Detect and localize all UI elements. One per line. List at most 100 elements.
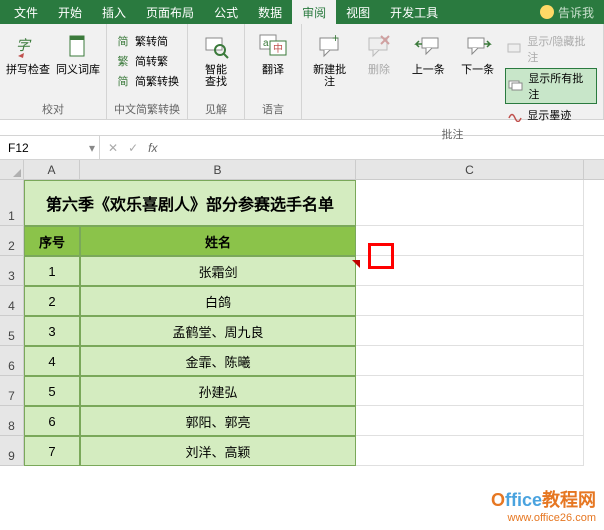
group-chinese: 简繁转简 繁简转繁 简简繁转换 中文简繁转换 — [107, 24, 188, 119]
table-row[interactable]: 6 — [24, 406, 80, 436]
convert-button[interactable]: 简简繁转换 — [113, 72, 181, 90]
spell-icon: 字 — [12, 30, 44, 62]
group-language: a中 翻译 语言 — [245, 24, 302, 119]
cell-c3[interactable] — [356, 256, 584, 286]
table-row[interactable]: 3 — [24, 316, 80, 346]
tell-me[interactable]: 告诉我 — [540, 4, 600, 21]
row-header-1[interactable]: 1 — [0, 180, 24, 226]
fx-icon[interactable]: fx — [148, 141, 157, 155]
ribbon: 字 拼写检查 同义词库 校对 简繁转简 繁简转繁 简简繁转换 中文简繁转换 智能… — [0, 24, 604, 120]
table-row[interactable]: 张霜剑 — [80, 256, 356, 286]
svg-text:字: 字 — [16, 37, 32, 53]
row-header-8[interactable]: 8 — [0, 406, 24, 436]
cell-c4[interactable] — [356, 286, 584, 316]
name-box-value: F12 — [8, 141, 29, 155]
svg-text:中: 中 — [273, 42, 283, 55]
group-insights: 智能 查找 见解 — [188, 24, 245, 119]
table-row[interactable]: 孟鹤堂、周九良 — [80, 316, 356, 346]
translate-button[interactable]: a中 翻译 — [251, 28, 295, 99]
trad-icon: 繁 — [115, 53, 131, 69]
cell-c9[interactable] — [356, 436, 584, 466]
new-comment-button[interactable]: + 新建批注 — [308, 28, 351, 124]
show-all-comments-button[interactable]: 显示所有批注 — [505, 68, 597, 104]
menu-formulas[interactable]: 公式 — [204, 0, 248, 25]
col-header-c[interactable]: C — [356, 160, 584, 179]
convert-icon: 简 — [115, 73, 131, 89]
show-ink-button[interactable]: 显示墨迹 — [505, 106, 597, 124]
next-comment-button[interactable]: 下一条 — [456, 28, 499, 124]
svg-text:a: a — [263, 38, 269, 49]
group-insights-label: 见解 — [194, 99, 238, 117]
name-box[interactable]: F12 ▾ — [0, 136, 100, 159]
tell-me-label: 告诉我 — [558, 4, 594, 21]
table-row[interactable]: 孙建弘 — [80, 376, 356, 406]
watermark: Office教程网 www.office26.com — [491, 486, 596, 524]
menu-layout[interactable]: 页面布局 — [136, 0, 204, 25]
cell-c5[interactable] — [356, 316, 584, 346]
cancel-icon: ✕ — [108, 141, 118, 155]
header-name[interactable]: 姓名 — [80, 226, 356, 256]
row-headers: 1 2 3 4 5 6 7 8 9 — [0, 180, 24, 466]
table-row[interactable]: 刘洋、高颖 — [80, 436, 356, 466]
row-header-2[interactable]: 2 — [0, 226, 24, 256]
row-header-7[interactable]: 7 — [0, 376, 24, 406]
row-header-4[interactable]: 4 — [0, 286, 24, 316]
cell-c1[interactable] — [356, 180, 584, 226]
row-header-9[interactable]: 9 — [0, 436, 24, 466]
cell-c6[interactable] — [356, 346, 584, 376]
simp-icon: 简 — [115, 33, 131, 49]
row-header-5[interactable]: 5 — [0, 316, 24, 346]
header-seq[interactable]: 序号 — [24, 226, 80, 256]
menu-file[interactable]: 文件 — [4, 0, 48, 25]
enter-icon: ✓ — [128, 141, 138, 155]
group-language-label: 语言 — [251, 99, 295, 117]
table-row[interactable]: 5 — [24, 376, 80, 406]
name-box-dropdown-icon[interactable]: ▾ — [89, 141, 99, 155]
table-row[interactable]: 白鸽 — [80, 286, 356, 316]
delete-comment-button[interactable]: 删除 — [357, 28, 400, 124]
spell-check-button[interactable]: 字 拼写检查 — [6, 28, 50, 99]
show-hide-comment-button[interactable]: 显示/隐藏批注 — [505, 32, 597, 66]
cell-c7[interactable] — [356, 376, 584, 406]
translate-icon: a中 — [257, 30, 289, 62]
menu-data[interactable]: 数据 — [248, 0, 292, 25]
formula-input[interactable] — [165, 136, 604, 159]
formula-bar: F12 ▾ ✕ ✓ fx — [0, 136, 604, 160]
table-row[interactable]: 郭阳、郭亮 — [80, 406, 356, 436]
row-header-3[interactable]: 3 — [0, 256, 24, 286]
table-row[interactable]: 1 — [24, 256, 80, 286]
delete-comment-icon — [363, 30, 395, 62]
menu-dev[interactable]: 开发工具 — [380, 0, 448, 25]
col-header-b[interactable]: B — [80, 160, 356, 179]
to-simplified-button[interactable]: 简繁转简 — [113, 32, 181, 50]
prev-comment-button[interactable]: 上一条 — [407, 28, 450, 124]
menu-insert[interactable]: 插入 — [92, 0, 136, 25]
menu-home[interactable]: 开始 — [48, 0, 92, 25]
menu-view[interactable]: 视图 — [336, 0, 380, 25]
menu-bar: 文件 开始 插入 页面布局 公式 数据 审阅 视图 开发工具 告诉我 — [0, 0, 604, 24]
smart-lookup-icon — [200, 30, 232, 62]
select-all-corner[interactable] — [0, 160, 24, 179]
row-header-6[interactable]: 6 — [0, 346, 24, 376]
table-row[interactable]: 金霏、陈曦 — [80, 346, 356, 376]
ink-icon — [507, 107, 523, 123]
worksheet-grid: A B C 1 2 3 4 5 6 7 8 9 第六季《欢乐喜剧人》部分参赛选手… — [0, 160, 604, 466]
group-chinese-label: 中文简繁转换 — [113, 99, 181, 117]
group-comments: + 新建批注 删除 上一条 下一条 显示/隐藏批注 显示所有批注 显示墨迹 批注 — [302, 24, 604, 119]
comment-indicator-icon — [352, 260, 360, 268]
cells-area: 第六季《欢乐喜剧人》部分参赛选手名单 序号 姓名 1张霜剑 2白鸽 3孟鹤堂、周… — [24, 180, 584, 466]
watermark-url: www.office26.com — [491, 512, 596, 524]
to-traditional-button[interactable]: 繁简转繁 — [113, 52, 181, 70]
smart-lookup-button[interactable]: 智能 查找 — [194, 28, 238, 99]
table-row[interactable]: 2 — [24, 286, 80, 316]
table-row[interactable]: 4 — [24, 346, 80, 376]
title-cell[interactable]: 第六季《欢乐喜剧人》部分参赛选手名单 — [24, 180, 356, 226]
col-header-a[interactable]: A — [24, 160, 80, 179]
cell-c8[interactable] — [356, 406, 584, 436]
cell-c2[interactable] — [356, 226, 584, 256]
menu-review[interactable]: 审阅 — [292, 0, 336, 25]
thesaurus-button[interactable]: 同义词库 — [56, 28, 100, 99]
showhide-icon — [507, 41, 523, 57]
table-row[interactable]: 7 — [24, 436, 80, 466]
next-comment-icon — [462, 30, 494, 62]
